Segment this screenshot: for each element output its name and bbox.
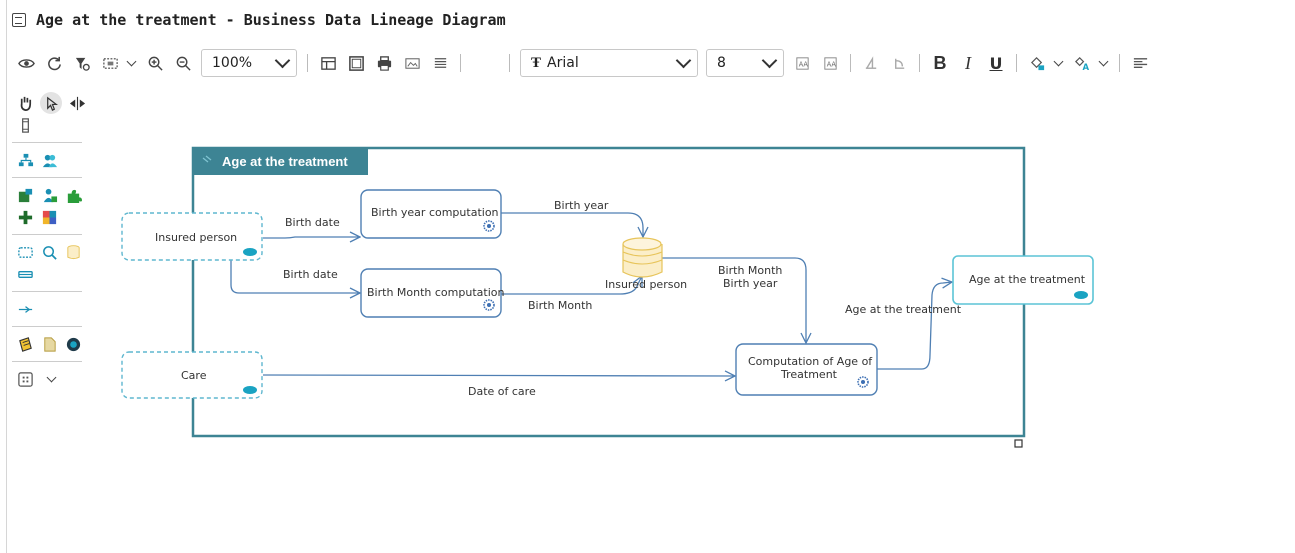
entity-insured-person[interactable]: Insured person xyxy=(121,212,263,261)
entity-label: Care xyxy=(181,369,207,382)
datastore-insured-person[interactable]: Insured person xyxy=(605,237,687,291)
edge-label-birth-month-year-2: Birth year xyxy=(723,277,778,290)
edge-label-birth-month-year-1: Birth Month xyxy=(718,264,782,277)
process-birth-year-computation[interactable]: Birth year computation xyxy=(360,189,502,239)
gear-center-icon xyxy=(487,224,491,228)
entity-badge-icon xyxy=(243,386,257,394)
edge-date-of-care[interactable] xyxy=(262,375,735,376)
gear-center-icon xyxy=(487,303,491,307)
process-label-line1: Computation of Age of xyxy=(748,355,873,368)
container-title: Age at the treatment xyxy=(222,154,348,169)
edge-label-birth-date-2: Birth date xyxy=(283,268,338,281)
output-label: Age at the treatment xyxy=(969,273,1086,286)
output-badge-icon xyxy=(1074,291,1088,299)
process-container[interactable]: Age at the treatment xyxy=(191,146,1026,448)
process-computation-age-of-treatment[interactable]: Computation of Age of Treatment xyxy=(735,343,878,396)
edge-label-birth-year: Birth year xyxy=(554,199,609,212)
edge-label-birth-date-1: Birth date xyxy=(285,216,340,229)
edge-label-age-at-treatment: Age at the treatment xyxy=(845,303,962,316)
process-label: Birth Month computation xyxy=(367,286,504,299)
edge-birth-date-1[interactable] xyxy=(263,237,360,238)
resize-handle-icon[interactable] xyxy=(1014,439,1023,448)
process-birth-month-computation[interactable]: Birth Month computation xyxy=(360,268,504,318)
entity-care[interactable]: Care xyxy=(121,351,263,399)
output-age-at-treatment[interactable]: Age at the treatment xyxy=(952,255,1094,305)
store-top xyxy=(622,237,662,251)
diagram-canvas: Age at the treatment Birth date Birth da… xyxy=(121,146,1094,448)
store-label: Insured person xyxy=(605,278,687,291)
edge-birth-year[interactable] xyxy=(501,212,643,237)
edge-label-birth-month: Birth Month xyxy=(528,299,592,312)
process-label-line2: Treatment xyxy=(780,368,838,381)
edge-label-date-of-care: Date of care xyxy=(468,385,536,398)
process-label: Birth year computation xyxy=(371,206,499,219)
gear-center-icon xyxy=(861,380,865,384)
edge-age-at-treatment[interactable] xyxy=(877,282,952,370)
entity-badge-icon xyxy=(243,248,257,256)
container-border xyxy=(191,146,1026,438)
entity-label: Insured person xyxy=(155,231,237,244)
